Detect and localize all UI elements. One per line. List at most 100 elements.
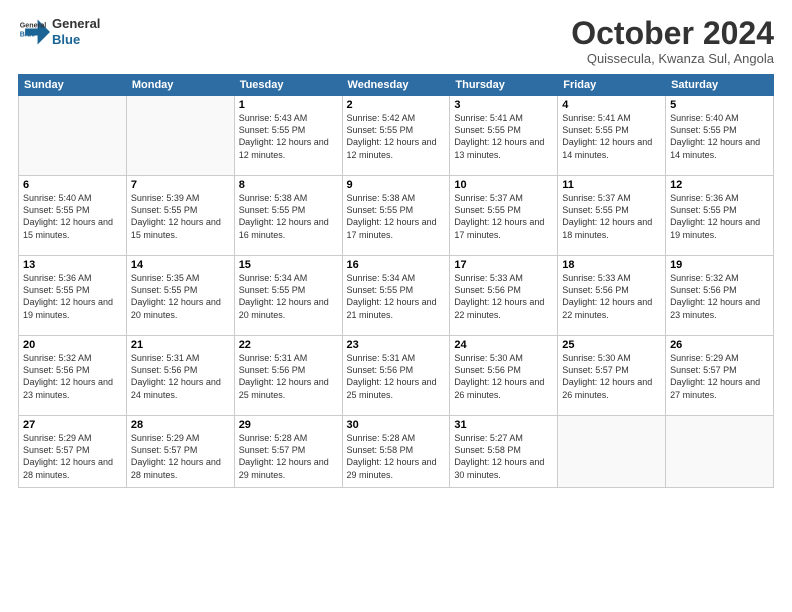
calendar-week-1: 1Sunrise: 5:43 AMSunset: 5:55 PMDaylight… [19,96,774,176]
calendar-cell: 1Sunrise: 5:43 AMSunset: 5:55 PMDaylight… [234,96,342,176]
weekday-header-tuesday: Tuesday [234,75,342,96]
day-info: Sunrise: 5:30 AMSunset: 5:56 PMDaylight:… [454,352,553,401]
weekday-header-friday: Friday [558,75,666,96]
day-info: Sunrise: 5:27 AMSunset: 5:58 PMDaylight:… [454,432,553,481]
calendar-cell: 21Sunrise: 5:31 AMSunset: 5:56 PMDayligh… [126,336,234,416]
day-number: 30 [347,419,446,431]
month-title: October 2024 [571,16,774,51]
title-block: October 2024 Quissecula, Kwanza Sul, Ang… [571,16,774,66]
weekday-header-wednesday: Wednesday [342,75,450,96]
calendar-cell: 8Sunrise: 5:38 AMSunset: 5:55 PMDaylight… [234,176,342,256]
day-info: Sunrise: 5:34 AMSunset: 5:55 PMDaylight:… [239,272,338,321]
svg-text:Blue: Blue [20,30,35,38]
day-info: Sunrise: 5:40 AMSunset: 5:55 PMDaylight:… [670,112,769,161]
calendar-cell: 30Sunrise: 5:28 AMSunset: 5:58 PMDayligh… [342,416,450,488]
logo-icon: General Blue [18,16,50,48]
calendar-cell [558,416,666,488]
location-subtitle: Quissecula, Kwanza Sul, Angola [571,51,774,66]
calendar-cell: 6Sunrise: 5:40 AMSunset: 5:55 PMDaylight… [19,176,127,256]
day-info: Sunrise: 5:29 AMSunset: 5:57 PMDaylight:… [23,432,122,481]
day-number: 17 [454,259,553,271]
day-number: 4 [562,99,661,111]
day-info: Sunrise: 5:43 AMSunset: 5:55 PMDaylight:… [239,112,338,161]
day-info: Sunrise: 5:41 AMSunset: 5:55 PMDaylight:… [454,112,553,161]
calendar-cell: 27Sunrise: 5:29 AMSunset: 5:57 PMDayligh… [19,416,127,488]
day-number: 12 [670,179,769,191]
calendar-week-3: 13Sunrise: 5:36 AMSunset: 5:55 PMDayligh… [19,256,774,336]
calendar-cell: 11Sunrise: 5:37 AMSunset: 5:55 PMDayligh… [558,176,666,256]
calendar-cell: 19Sunrise: 5:32 AMSunset: 5:56 PMDayligh… [666,256,774,336]
day-number: 29 [239,419,338,431]
day-info: Sunrise: 5:30 AMSunset: 5:57 PMDaylight:… [562,352,661,401]
calendar-cell: 4Sunrise: 5:41 AMSunset: 5:55 PMDaylight… [558,96,666,176]
day-number: 6 [23,179,122,191]
day-info: Sunrise: 5:40 AMSunset: 5:55 PMDaylight:… [23,192,122,241]
day-number: 16 [347,259,446,271]
calendar-cell: 25Sunrise: 5:30 AMSunset: 5:57 PMDayligh… [558,336,666,416]
calendar-cell: 17Sunrise: 5:33 AMSunset: 5:56 PMDayligh… [450,256,558,336]
day-number: 11 [562,179,661,191]
day-info: Sunrise: 5:38 AMSunset: 5:55 PMDaylight:… [347,192,446,241]
day-info: Sunrise: 5:31 AMSunset: 5:56 PMDaylight:… [131,352,230,401]
calendar-cell: 20Sunrise: 5:32 AMSunset: 5:56 PMDayligh… [19,336,127,416]
day-number: 24 [454,339,553,351]
calendar-cell: 22Sunrise: 5:31 AMSunset: 5:56 PMDayligh… [234,336,342,416]
calendar-cell: 15Sunrise: 5:34 AMSunset: 5:55 PMDayligh… [234,256,342,336]
day-info: Sunrise: 5:36 AMSunset: 5:55 PMDaylight:… [670,192,769,241]
calendar-cell: 23Sunrise: 5:31 AMSunset: 5:56 PMDayligh… [342,336,450,416]
day-number: 2 [347,99,446,111]
logo-text: General Blue [52,16,100,47]
day-info: Sunrise: 5:28 AMSunset: 5:58 PMDaylight:… [347,432,446,481]
day-info: Sunrise: 5:31 AMSunset: 5:56 PMDaylight:… [347,352,446,401]
calendar-body: 1Sunrise: 5:43 AMSunset: 5:55 PMDaylight… [19,96,774,488]
weekday-header-thursday: Thursday [450,75,558,96]
day-info: Sunrise: 5:41 AMSunset: 5:55 PMDaylight:… [562,112,661,161]
day-info: Sunrise: 5:39 AMSunset: 5:55 PMDaylight:… [131,192,230,241]
calendar-cell: 14Sunrise: 5:35 AMSunset: 5:55 PMDayligh… [126,256,234,336]
calendar-cell: 28Sunrise: 5:29 AMSunset: 5:57 PMDayligh… [126,416,234,488]
day-number: 13 [23,259,122,271]
day-number: 18 [562,259,661,271]
day-info: Sunrise: 5:33 AMSunset: 5:56 PMDaylight:… [562,272,661,321]
day-info: Sunrise: 5:29 AMSunset: 5:57 PMDaylight:… [670,352,769,401]
day-number: 14 [131,259,230,271]
calendar-cell: 2Sunrise: 5:42 AMSunset: 5:55 PMDaylight… [342,96,450,176]
page: General Blue General Blue October 2024 Q… [0,0,792,612]
day-number: 19 [670,259,769,271]
calendar-cell: 13Sunrise: 5:36 AMSunset: 5:55 PMDayligh… [19,256,127,336]
weekday-header-saturday: Saturday [666,75,774,96]
calendar-cell: 24Sunrise: 5:30 AMSunset: 5:56 PMDayligh… [450,336,558,416]
day-number: 10 [454,179,553,191]
day-number: 31 [454,419,553,431]
day-number: 26 [670,339,769,351]
header: General Blue General Blue October 2024 Q… [18,16,774,66]
day-info: Sunrise: 5:37 AMSunset: 5:55 PMDaylight:… [454,192,553,241]
calendar-cell: 18Sunrise: 5:33 AMSunset: 5:56 PMDayligh… [558,256,666,336]
calendar-cell: 29Sunrise: 5:28 AMSunset: 5:57 PMDayligh… [234,416,342,488]
day-info: Sunrise: 5:32 AMSunset: 5:56 PMDaylight:… [670,272,769,321]
day-info: Sunrise: 5:31 AMSunset: 5:56 PMDaylight:… [239,352,338,401]
calendar-header: SundayMondayTuesdayWednesdayThursdayFrid… [19,75,774,96]
calendar-cell: 9Sunrise: 5:38 AMSunset: 5:55 PMDaylight… [342,176,450,256]
calendar-cell: 5Sunrise: 5:40 AMSunset: 5:55 PMDaylight… [666,96,774,176]
day-number: 20 [23,339,122,351]
calendar-cell: 10Sunrise: 5:37 AMSunset: 5:55 PMDayligh… [450,176,558,256]
day-number: 7 [131,179,230,191]
day-number: 15 [239,259,338,271]
day-info: Sunrise: 5:32 AMSunset: 5:56 PMDaylight:… [23,352,122,401]
calendar-week-4: 20Sunrise: 5:32 AMSunset: 5:56 PMDayligh… [19,336,774,416]
calendar-week-2: 6Sunrise: 5:40 AMSunset: 5:55 PMDaylight… [19,176,774,256]
svg-text:General: General [20,22,47,30]
day-number: 28 [131,419,230,431]
day-info: Sunrise: 5:33 AMSunset: 5:56 PMDaylight:… [454,272,553,321]
day-number: 3 [454,99,553,111]
day-info: Sunrise: 5:29 AMSunset: 5:57 PMDaylight:… [131,432,230,481]
day-number: 25 [562,339,661,351]
weekday-header-monday: Monday [126,75,234,96]
day-number: 21 [131,339,230,351]
calendar-cell: 31Sunrise: 5:27 AMSunset: 5:58 PMDayligh… [450,416,558,488]
calendar-cell: 12Sunrise: 5:36 AMSunset: 5:55 PMDayligh… [666,176,774,256]
day-number: 1 [239,99,338,111]
calendar-cell: 3Sunrise: 5:41 AMSunset: 5:55 PMDaylight… [450,96,558,176]
day-number: 22 [239,339,338,351]
